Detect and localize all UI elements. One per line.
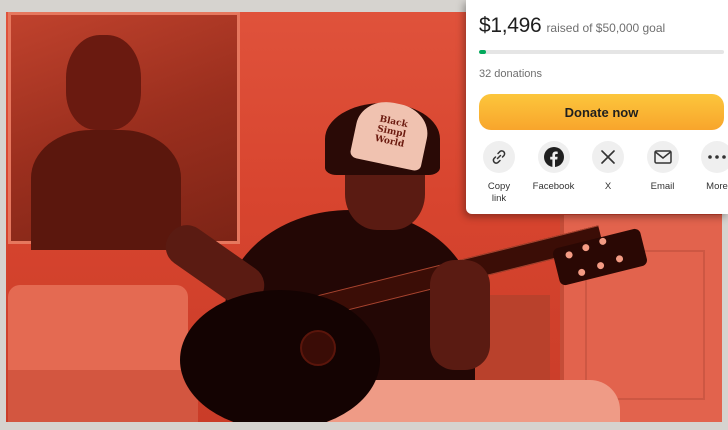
tuning-peg (564, 250, 574, 260)
tuning-peg (615, 254, 624, 264)
tuning-peg (581, 243, 591, 252)
person-right-arm (430, 260, 490, 370)
tuning-peg (598, 237, 608, 246)
progress-bar (479, 50, 724, 54)
share-email[interactable]: Email (643, 141, 683, 205)
progress-fill (479, 50, 487, 54)
share-label: Facebook (532, 181, 575, 192)
share-label: X (604, 181, 612, 192)
raised-summary: $1,496 raised of $50,000 goal (479, 14, 724, 38)
share-copy-link[interactable]: Copy link (479, 141, 519, 205)
poster-figure-head (66, 35, 141, 130)
share-label: More (706, 181, 728, 192)
share-label: Copy link (487, 181, 511, 204)
more-icon (701, 141, 728, 173)
donation-count: 32 donations (479, 68, 542, 80)
share-label: Email (650, 181, 675, 192)
share-facebook[interactable]: Facebook (532, 141, 575, 205)
tuning-peg (577, 268, 586, 277)
couch-seat (8, 370, 198, 425)
share-options: Copy link Facebook X Email More (479, 141, 728, 205)
amount-raised: $1,496 (479, 14, 542, 37)
tuning-peg (596, 261, 605, 270)
donation-card: $1,496 raised of $50,000 goal 32 donatio… (466, 0, 728, 214)
x-icon (592, 141, 624, 173)
share-more[interactable]: More (697, 141, 728, 205)
share-x[interactable]: X (588, 141, 628, 205)
link-icon (483, 141, 515, 173)
donate-now-button[interactable]: Donate now (479, 94, 724, 130)
goal-text: raised of $50,000 goal (546, 21, 666, 35)
guitar-soundhole (300, 330, 336, 366)
facebook-icon (537, 141, 570, 173)
wall-poster (8, 12, 240, 250)
email-icon (646, 141, 679, 173)
guitar-body (180, 290, 380, 430)
poster-figure-body (31, 130, 181, 250)
